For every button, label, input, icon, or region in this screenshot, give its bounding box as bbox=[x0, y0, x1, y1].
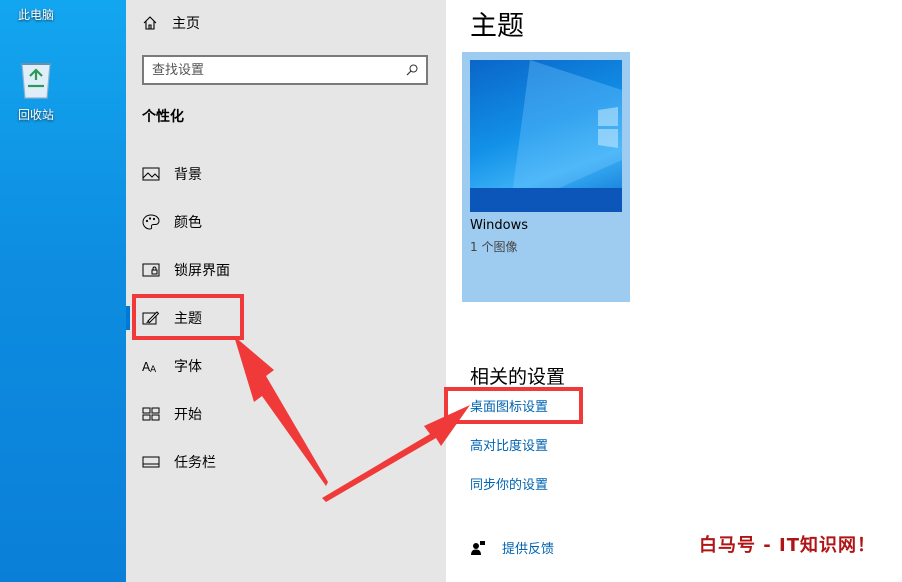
feedback-link[interactable]: 提供反馈 bbox=[470, 538, 554, 557]
feedback-label: 提供反馈 bbox=[502, 542, 555, 557]
theme-brush-icon bbox=[142, 311, 160, 325]
desktop-icon-settings-link[interactable]: 桌面图标设置 bbox=[470, 396, 548, 415]
home-icon bbox=[143, 16, 157, 30]
nav-section-title: 个性化 bbox=[142, 109, 184, 125]
search-box[interactable] bbox=[142, 55, 428, 85]
nav-item-label: 开始 bbox=[174, 407, 202, 423]
watermark-text: 白马号 - IT知识网！ bbox=[699, 535, 876, 556]
recycle-bin-icon[interactable] bbox=[16, 56, 56, 100]
nav-item-label: 任务栏 bbox=[174, 455, 216, 471]
nav-item-label: 背景 bbox=[174, 167, 202, 183]
nav-item-label: 主题 bbox=[174, 311, 202, 327]
search-input[interactable] bbox=[144, 57, 400, 83]
nav-item-label: 颜色 bbox=[174, 215, 202, 231]
high-contrast-settings-link[interactable]: 高对比度设置 bbox=[470, 435, 548, 454]
start-menu-icon bbox=[142, 407, 160, 421]
image-icon bbox=[142, 167, 160, 181]
lock-screen-icon bbox=[142, 263, 160, 277]
sync-settings-link[interactable]: 同步你的设置 bbox=[470, 474, 548, 493]
feedback-person-icon bbox=[471, 540, 485, 555]
recycle-bin-label[interactable]: 回收站 bbox=[18, 106, 54, 123]
nav-item-themes[interactable]: 主题 bbox=[126, 298, 446, 338]
nav-item-lock-screen[interactable]: 锁屏界面 bbox=[126, 250, 446, 290]
active-indicator bbox=[126, 306, 130, 330]
nav-home[interactable]: 主页 bbox=[142, 10, 200, 36]
nav-item-fonts[interactable]: A A 字体 bbox=[126, 346, 446, 386]
this-pc-label[interactable]: 此电脑 bbox=[18, 6, 54, 23]
svg-text:A: A bbox=[150, 365, 157, 374]
nav-home-label: 主页 bbox=[172, 16, 200, 32]
nav-item-label: 锁屏界面 bbox=[174, 263, 230, 279]
main-content: 主题 Windows 1 个图像 相关的设置 桌面图标设置 高对比度设置 同步你… bbox=[446, 0, 902, 582]
nav-item-colors[interactable]: 颜色 bbox=[126, 202, 446, 242]
search-icon[interactable] bbox=[406, 64, 418, 76]
theme-name: Windows bbox=[470, 218, 529, 233]
theme-image-count: 1 个图像 bbox=[470, 240, 518, 254]
settings-nav-pane: 主页 个性化 背景 颜色 锁屏界面 bbox=[126, 0, 446, 582]
palette-icon bbox=[142, 214, 160, 230]
nav-item-start[interactable]: 开始 bbox=[126, 394, 446, 434]
desktop-background: 此电脑 回收站 bbox=[0, 0, 126, 582]
font-icon: A A bbox=[142, 360, 157, 374]
preview-taskbar bbox=[470, 188, 622, 212]
taskbar-icon bbox=[142, 456, 160, 468]
nav-item-taskbar[interactable]: 任务栏 bbox=[126, 442, 446, 482]
related-settings-title: 相关的设置 bbox=[470, 366, 566, 388]
nav-item-label: 字体 bbox=[174, 359, 202, 375]
theme-preview-image bbox=[470, 60, 622, 212]
page-title: 主题 bbox=[470, 11, 524, 42]
theme-card-windows[interactable]: Windows 1 个图像 bbox=[462, 52, 630, 302]
nav-item-background[interactable]: 背景 bbox=[126, 154, 446, 194]
